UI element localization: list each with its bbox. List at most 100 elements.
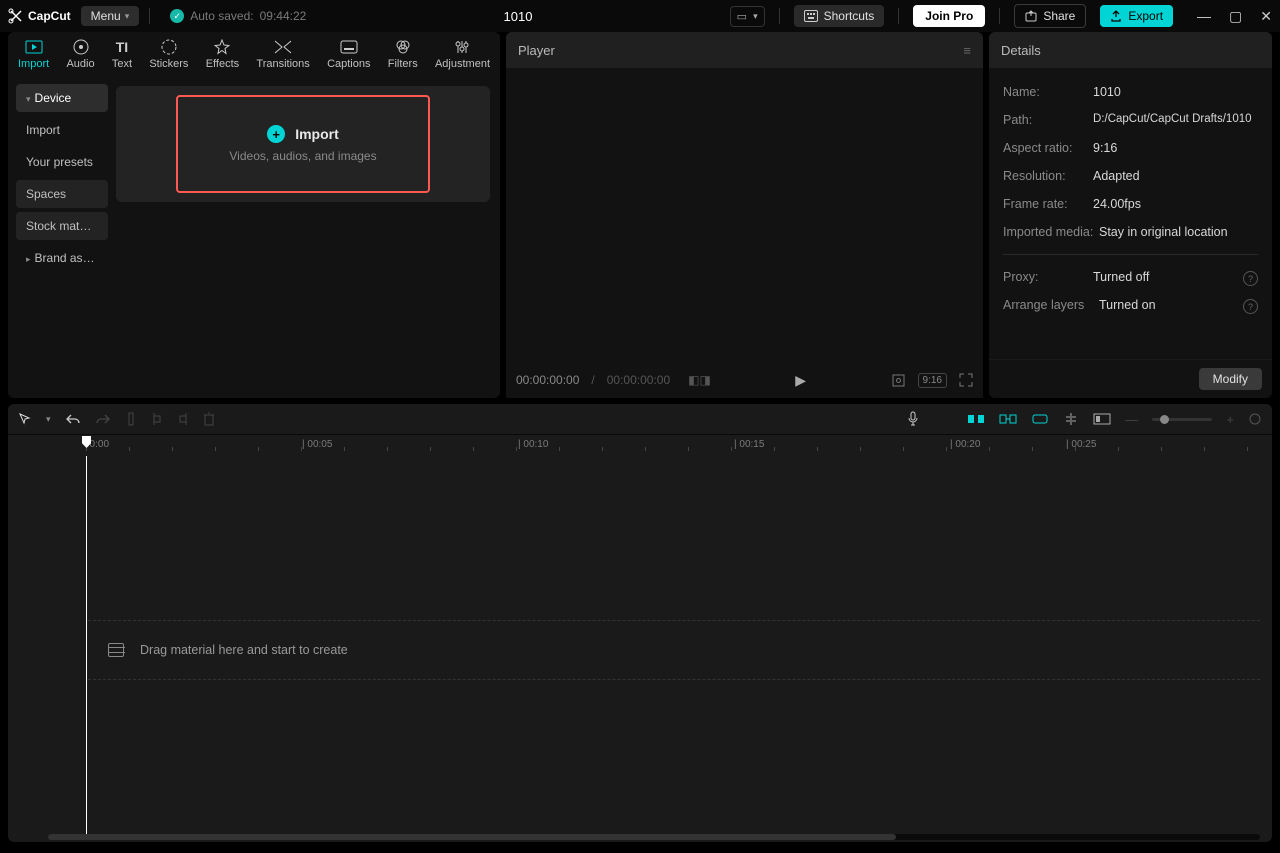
tab-effects[interactable]: Effects bbox=[202, 36, 243, 72]
chevron-down-icon: ▾ bbox=[125, 11, 130, 22]
export-button[interactable]: Export bbox=[1100, 5, 1173, 27]
zoom-slider[interactable] bbox=[1152, 418, 1212, 421]
join-pro-button[interactable]: Join Pro bbox=[913, 5, 985, 27]
menu-icon[interactable]: ≡ bbox=[963, 43, 971, 58]
tab-audio[interactable]: Audio bbox=[62, 36, 98, 72]
import-area: + Import Videos, audios, and images bbox=[116, 76, 500, 398]
playhead[interactable] bbox=[86, 456, 87, 834]
play-button[interactable]: ▶ bbox=[795, 372, 806, 389]
details-header: Details bbox=[989, 32, 1272, 68]
undo-button[interactable] bbox=[65, 412, 81, 426]
chevron-down-icon[interactable]: ▾ bbox=[46, 414, 51, 425]
timeline-left-tools: ▾ bbox=[18, 412, 215, 426]
horizontal-scrollbar[interactable] bbox=[48, 834, 1260, 840]
shortcuts-button[interactable]: Shortcuts bbox=[794, 5, 885, 27]
detail-media: Imported media:Stay in original location bbox=[1003, 218, 1258, 246]
delete-tool[interactable] bbox=[203, 412, 215, 426]
menu-button[interactable]: Menu ▾ bbox=[81, 6, 140, 26]
import-subtitle: Videos, audios, and images bbox=[229, 149, 376, 163]
separator bbox=[779, 8, 780, 24]
sidebar-item-brand[interactable]: ▸Brand assets bbox=[16, 244, 108, 272]
timeline: ▾ — + 00:00 | 00:05 | 00:10 | 00:15 | 00… bbox=[8, 404, 1272, 842]
snap-toggle[interactable] bbox=[967, 413, 985, 425]
tab-adjustment[interactable]: Adjustment bbox=[431, 36, 494, 72]
split-tool[interactable] bbox=[125, 412, 137, 426]
sidebar-item-device[interactable]: ▾Device bbox=[16, 84, 108, 112]
sidebar-item-import[interactable]: Import bbox=[16, 116, 108, 144]
zoom-in-icon[interactable]: + bbox=[1226, 412, 1234, 427]
tab-import[interactable]: Import bbox=[14, 36, 53, 72]
close-button[interactable]: ✕ bbox=[1260, 8, 1272, 25]
redo-button[interactable] bbox=[95, 412, 111, 426]
ruler-tick: | 00:10 bbox=[518, 439, 548, 450]
modify-row: Modify bbox=[989, 359, 1272, 398]
sidebar-item-spaces[interactable]: Spaces bbox=[16, 180, 108, 208]
keyboard-icon bbox=[804, 10, 818, 22]
ratio-dropdown[interactable]: ▭ ▾ bbox=[730, 6, 765, 27]
window-controls: — ▢ ✕ bbox=[1197, 8, 1272, 25]
separator bbox=[149, 8, 150, 24]
chevron-down-icon: ▾ bbox=[753, 11, 758, 22]
pointer-tool[interactable] bbox=[18, 412, 32, 426]
effects-icon bbox=[213, 38, 231, 56]
zoom-out-icon[interactable]: — bbox=[1125, 412, 1138, 427]
player-controls: 00:00:00:00 / 00:00:00:00 ◧◨ ▶ 9:16 bbox=[506, 362, 983, 398]
separator bbox=[898, 8, 899, 24]
fullscreen-icon[interactable] bbox=[959, 373, 973, 387]
preview-toggle[interactable] bbox=[1031, 413, 1049, 425]
sidebar-item-stock[interactable]: Stock mater... bbox=[16, 212, 108, 240]
time-total: 00:00:00:00 bbox=[607, 373, 670, 387]
thumbnail-icon[interactable] bbox=[1093, 413, 1111, 425]
share-button[interactable]: Share bbox=[1014, 4, 1086, 28]
sidebar-item-presets[interactable]: Your presets bbox=[16, 148, 108, 176]
caret-down-icon: ▾ bbox=[26, 94, 31, 104]
titlebar-right: ▭ ▾ Shortcuts Join Pro Share Export — ▢ … bbox=[730, 4, 1272, 28]
ratio-badge[interactable]: 9:16 bbox=[918, 373, 947, 388]
trim-left-tool[interactable] bbox=[151, 412, 163, 426]
player-right-controls: 9:16 bbox=[891, 373, 973, 388]
compare-icon[interactable]: ◧◨ bbox=[688, 373, 711, 387]
media-body: ▾Device Import Your presets Spaces Stock… bbox=[8, 76, 500, 398]
details-body: Name:1010 Path:D:/CapCut/CapCut Drafts/1… bbox=[989, 68, 1272, 359]
maximize-button[interactable]: ▢ bbox=[1229, 8, 1242, 25]
align-icon[interactable] bbox=[1063, 412, 1079, 426]
text-icon: TI bbox=[113, 38, 131, 56]
focus-icon[interactable] bbox=[891, 373, 906, 388]
check-icon: ✓ bbox=[170, 9, 184, 23]
ruler-tick: | 00:25 bbox=[1066, 439, 1096, 450]
separator bbox=[999, 8, 1000, 24]
import-dropzone[interactable]: + Import Videos, audios, and images bbox=[176, 95, 430, 193]
caret-right-icon: ▸ bbox=[26, 254, 31, 264]
timeline-drop-zone[interactable]: Drag material here and start to create bbox=[88, 620, 1260, 680]
tab-transitions[interactable]: Transitions bbox=[252, 36, 313, 72]
audio-icon bbox=[72, 38, 90, 56]
import-title: Import bbox=[295, 126, 339, 142]
timeline-ruler[interactable]: 00:00 | 00:05 | 00:10 | 00:15 | 00:20 | … bbox=[8, 434, 1272, 456]
link-toggle[interactable] bbox=[999, 413, 1017, 425]
separator bbox=[1003, 254, 1258, 255]
zoom-fit-icon[interactable] bbox=[1248, 412, 1262, 426]
player-panel: Player ≡ 00:00:00:00 / 00:00:00:00 ◧◨ ▶ … bbox=[506, 32, 983, 398]
filters-icon bbox=[394, 38, 412, 56]
ruler-tick: | 00:20 bbox=[950, 439, 980, 450]
media-sidebar: ▾Device Import Your presets Spaces Stock… bbox=[8, 76, 116, 398]
transitions-icon bbox=[274, 38, 292, 56]
tab-text[interactable]: TI Text bbox=[108, 36, 136, 72]
adjustment-icon bbox=[453, 38, 471, 56]
detail-layers: Arrange layersTurned on bbox=[1003, 291, 1258, 319]
import-icon bbox=[25, 38, 43, 56]
player-header: Player ≡ bbox=[506, 32, 983, 68]
main-row: Import Audio TI Text Stickers Effects Tr… bbox=[0, 32, 1280, 398]
trim-right-tool[interactable] bbox=[177, 412, 189, 426]
autosave-status: ✓ Auto saved: 09:44:22 bbox=[170, 9, 306, 23]
app-logo: CapCut bbox=[8, 8, 71, 24]
tab-stickers[interactable]: Stickers bbox=[145, 36, 192, 72]
tab-filters[interactable]: Filters bbox=[384, 36, 422, 72]
tab-captions[interactable]: Captions bbox=[323, 36, 374, 72]
film-icon bbox=[108, 643, 124, 657]
timeline-body[interactable]: Drag material here and start to create bbox=[8, 456, 1272, 842]
modify-button[interactable]: Modify bbox=[1199, 368, 1262, 390]
play-area: ▶ bbox=[723, 372, 879, 389]
minimize-button[interactable]: — bbox=[1197, 8, 1211, 25]
mic-icon[interactable] bbox=[907, 411, 919, 427]
